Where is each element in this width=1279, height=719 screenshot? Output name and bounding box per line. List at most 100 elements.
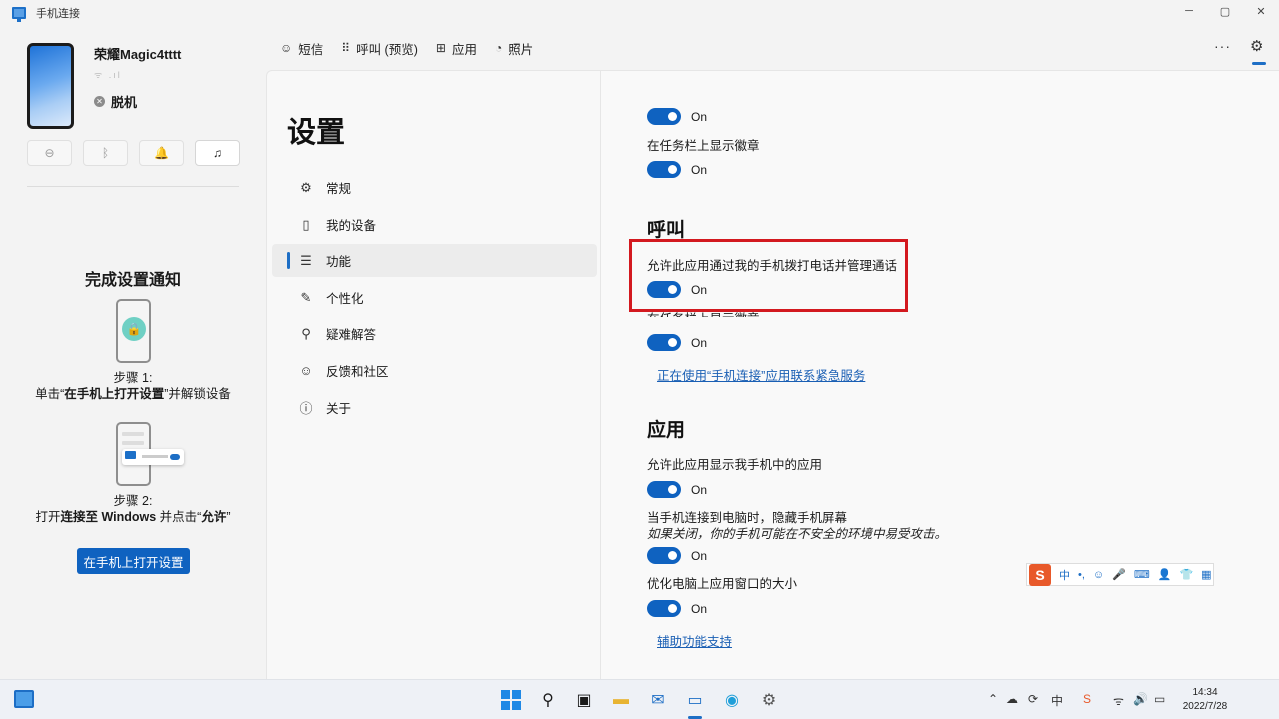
chevron-up-icon[interactable]: ⌃ [988, 692, 998, 706]
tab-label: 呼叫 (预览) [356, 42, 418, 57]
nav-label: 疑难解答 [326, 328, 377, 342]
nav-label: 关于 [326, 402, 352, 416]
title-bar: 手机连接 ─ ▢ ✕ [0, 0, 1279, 26]
pen-icon: ✎ [300, 289, 312, 305]
settings-app-icon[interactable]: ⚙ [757, 688, 781, 712]
signal-icons: ᯤ .ıl [94, 70, 122, 80]
ime-keyboard-icon[interactable]: ⌨ [1134, 568, 1150, 581]
ime-indicator[interactable]: 中 [1051, 692, 1063, 709]
ime-punct-icon[interactable]: •, [1078, 569, 1085, 581]
apps-heading: 应用 [647, 420, 686, 441]
ime-emoji-icon[interactable]: ☺ [1093, 569, 1104, 581]
tab-label: 短信 [298, 42, 324, 57]
bell-icon[interactable]: 🔔 [139, 140, 184, 166]
toggle-row: On [647, 334, 707, 351]
wifi-icon[interactable]: ᯤ [1113, 692, 1124, 709]
unlock-phone-illustration: 🔒 [116, 299, 151, 363]
task-view-icon[interactable]: ▣ [572, 688, 596, 712]
battery-icon[interactable]: ▭ [1154, 692, 1165, 706]
offline-icon: ✕ [94, 96, 105, 107]
ime-user-icon[interactable]: 👤 [1158, 568, 1172, 581]
settings-nav-panel: 设置 ⚙ 常规 ▯ 我的设备 ☰ 功能 ✎ 个性化 ⚲ 疑难解答 ☺ 反馈和社区 ⓘ 关于 [266, 70, 601, 679]
ime-lang-icon[interactable]: 中 [1059, 567, 1070, 583]
file-explorer-icon[interactable]: ▬ [609, 688, 633, 712]
emergency-services-link[interactable]: 正在使用“手机连接”应用联系紧急服务 [657, 365, 865, 384]
apps-icon: ⊞ [435, 41, 446, 55]
step1-label: 步骤 1: [113, 371, 153, 385]
nav-item-my-devices[interactable]: ▯ 我的设备 [272, 208, 597, 241]
phone-link-taskbar-icon[interactable]: ▭ [683, 688, 707, 712]
link-to-windows-toggle-card [122, 449, 184, 465]
tab-label: 照片 [508, 42, 534, 57]
toggle-row: On [647, 161, 707, 178]
hide-screen-toggle[interactable] [647, 547, 681, 564]
more-options-button[interactable]: ··· [1214, 38, 1231, 54]
taskbar-clock[interactable]: 14:34 2022/7/28 [1181, 686, 1229, 714]
sogou-logo-icon[interactable]: S [1029, 563, 1051, 586]
clock-time: 14:34 [1192, 687, 1218, 698]
mail-icon[interactable]: ✉ [646, 688, 670, 712]
nav-item-general[interactable]: ⚙ 常规 [272, 171, 597, 204]
divider [27, 186, 239, 187]
step2-text: 打开连接至 Windows 并点击“允许” [35, 510, 231, 524]
clock-date: 2022/7/28 [1182, 701, 1228, 712]
toggle-state: On [691, 548, 708, 563]
start-button[interactable] [499, 688, 523, 712]
sync-icon[interactable]: ⟳ [1028, 692, 1038, 706]
ime-grid-icon[interactable]: ▦ [1201, 568, 1211, 581]
optimize-size-label: 优化电脑上应用窗口的大小 [647, 577, 798, 591]
settings-content: On 在任务栏上显示徽章 On 呼叫 允许此应用通过我的手机拨打电话并管理通话 … [601, 70, 1279, 679]
widgets-icon[interactable] [14, 690, 34, 708]
tab-messages[interactable]: ☺ 短信 [280, 39, 323, 58]
nav-item-about[interactable]: ⓘ 关于 [272, 391, 597, 424]
step1-text: 单击“在手机上打开设置”并解锁设备 [35, 387, 231, 401]
settings-gear-icon[interactable]: ⚙ [1250, 37, 1263, 55]
device-name: 荣耀Magic4tttt [94, 47, 182, 62]
tab-photos[interactable]: ◔ 照片 [495, 39, 533, 58]
show-badge-label: 在任务栏上显示徽章 [647, 139, 760, 153]
nav-label: 常规 [326, 182, 352, 196]
ime-skin-icon[interactable]: 👕 [1179, 568, 1193, 581]
taskbar: ⚲ ▣ ▬ ✉ ▭ ◉ ⚙ ⌃ ☁ ⟳ 中 S ᯤ 🔊 ▭ 14:34 2022… [0, 679, 1279, 719]
optimize-size-toggle[interactable] [647, 600, 681, 617]
toggle-row: On [647, 600, 707, 617]
search-icon[interactable]: ⚲ [536, 688, 560, 712]
edge-icon[interactable]: ◉ [720, 688, 744, 712]
accessibility-support-link[interactable]: 辅助功能支持 [657, 631, 732, 650]
music-note-icon[interactable]: ♫ [195, 140, 240, 166]
nav-item-features[interactable]: ☰ 功能 [272, 244, 597, 277]
toggle-state: On [691, 162, 708, 177]
toggle-row: On [647, 481, 707, 498]
nav-item-feedback[interactable]: ☺ 反馈和社区 [272, 354, 597, 387]
toggle-state: On [691, 482, 708, 497]
nav-item-troubleshooting[interactable]: ⚲ 疑难解答 [272, 317, 597, 350]
bluetooth-icon[interactable]: ᛒ [83, 140, 128, 166]
gear-icon: ⚙ [300, 179, 312, 195]
show-badge-toggle[interactable] [647, 161, 681, 178]
tab-calls[interactable]: ⠿ 呼叫 (预览) [341, 39, 418, 58]
tab-apps[interactable]: ⊞ 应用 [436, 39, 477, 58]
ime-voice-icon[interactable]: 🎤 [1112, 568, 1126, 581]
tab-label: 应用 [451, 42, 477, 57]
volume-icon[interactable]: 🔊 [1133, 692, 1148, 706]
phone-icon: ▯ [302, 216, 310, 232]
setup-title: 完成设置通知 [84, 272, 181, 289]
minimize-button[interactable]: ─ [1171, 0, 1207, 22]
do-not-disturb-icon[interactable]: ⊖ [27, 140, 72, 166]
nav-item-personalization[interactable]: ✎ 个性化 [272, 281, 597, 314]
phone-image [27, 43, 74, 129]
list-icon: ☰ [300, 252, 312, 268]
open-settings-on-phone-button[interactable]: 在手机上打开设置 [77, 548, 190, 574]
maximize-button[interactable]: ▢ [1207, 0, 1243, 22]
toggle-state: On [691, 601, 708, 616]
windows-logo-icon [501, 690, 521, 710]
calls-badge-toggle[interactable] [647, 334, 681, 351]
apps-allow-toggle[interactable] [647, 481, 681, 498]
close-button[interactable]: ✕ [1243, 0, 1279, 22]
onedrive-icon[interactable]: ☁ [1006, 692, 1018, 706]
photos-icon: ◔ [494, 41, 503, 55]
nav-label: 个性化 [326, 292, 364, 306]
message-icon: ☺ [280, 41, 293, 55]
sogou-tray-icon[interactable]: S [1083, 692, 1091, 706]
toggle-switch[interactable] [647, 108, 681, 125]
